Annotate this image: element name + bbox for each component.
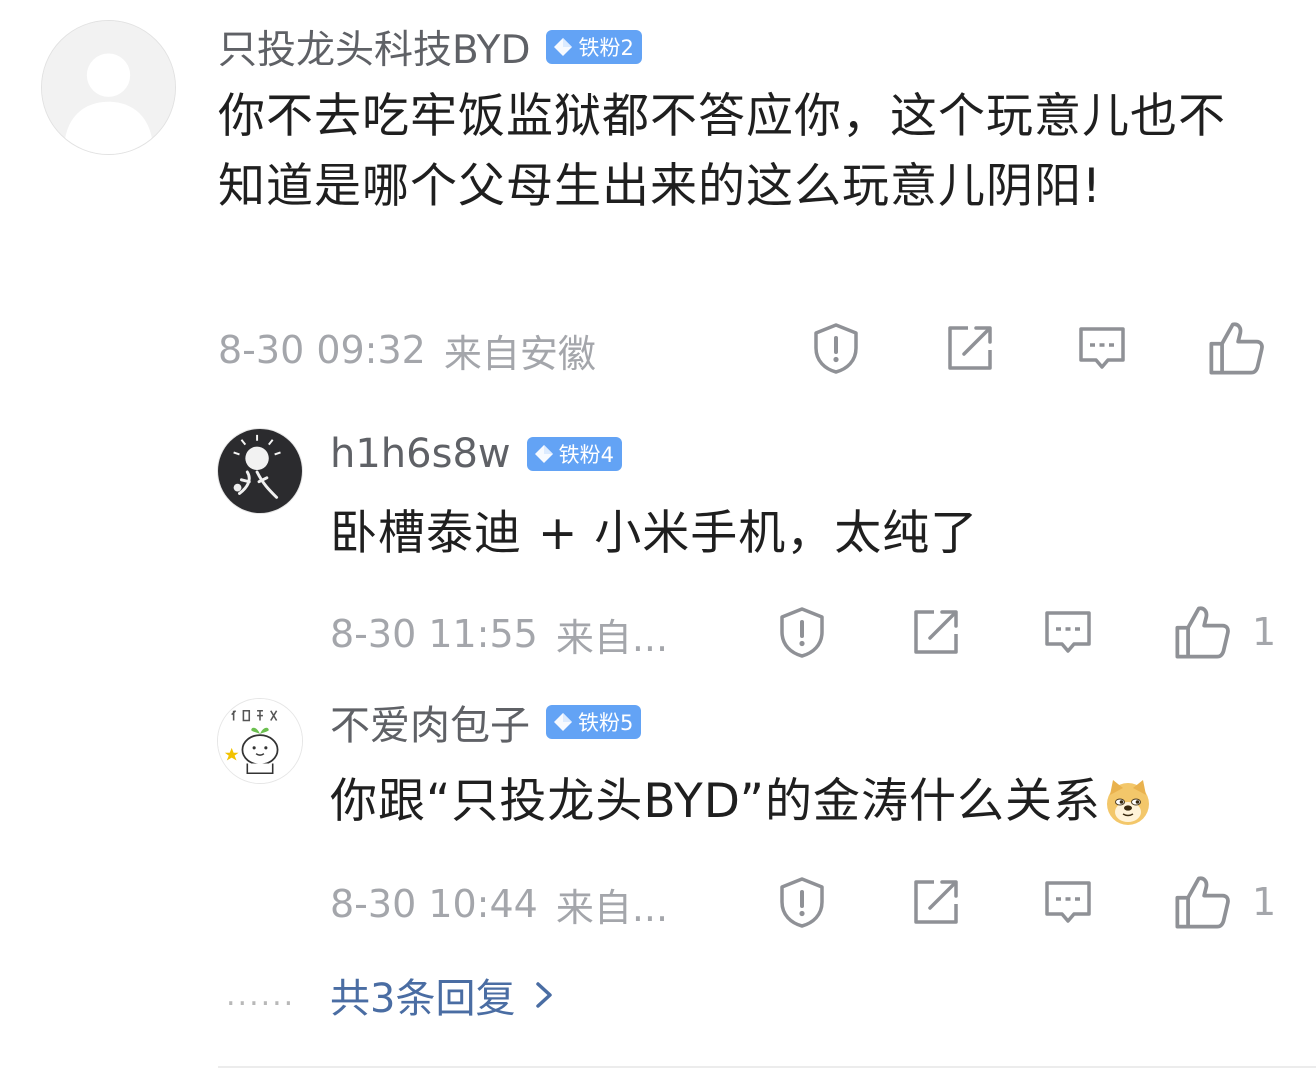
thumbs-up-icon[interactable] — [1206, 318, 1266, 378]
diamond-icon — [552, 36, 574, 58]
fan-badge: 铁粉4 — [526, 437, 622, 471]
more-replies-label: 共3条回复 — [330, 976, 516, 1022]
reply-location: 来自... — [555, 615, 669, 660]
diamond-icon — [552, 711, 574, 733]
reply-avatar-image — [218, 699, 302, 783]
report-icon[interactable] — [808, 320, 864, 376]
doge-emoji-icon — [1103, 777, 1153, 827]
reply-header: 不爱肉包子 铁粉5 — [330, 693, 642, 751]
reply-username[interactable]: h1h6s8w — [330, 431, 511, 477]
comment-time: 8-30 09:32 — [218, 328, 426, 372]
report-icon[interactable] — [774, 874, 830, 930]
reply-meta: 8-30 11:55 来自... — [330, 604, 668, 664]
fan-badge: 铁粉5 — [546, 705, 642, 739]
share-icon[interactable] — [942, 320, 998, 376]
reply-text: 卧槽泰迪 + 小米手机，太纯了 — [330, 504, 978, 564]
thumbs-up-icon[interactable] — [1172, 602, 1232, 662]
reply-location: 来自... — [555, 885, 669, 930]
reply-time: 8-30 11:55 — [330, 612, 538, 656]
thumbs-up-icon[interactable] — [1172, 872, 1232, 932]
main-comment-text: 你不去吃牢饭监狱都不答应你，这个玩意儿也不知道是哪个父母生出来的这么玩意儿阴阳! — [218, 89, 1226, 214]
reply-header: h1h6s8w 铁粉4 — [330, 428, 622, 480]
fan-badge-label: 铁粉2 — [578, 36, 634, 60]
divider — [218, 1066, 1316, 1068]
reply-avatar[interactable] — [217, 698, 303, 784]
fan-badge-label: 铁粉5 — [578, 711, 634, 735]
chevron-right-icon — [529, 978, 559, 1012]
like-count: 1 — [1252, 610, 1277, 654]
more-dots: ...... — [226, 978, 296, 1013]
reply-text-content: 你跟“只投龙头BYD”的金涛什么关系 — [330, 774, 1102, 829]
reply-meta: 8-30 10:44 来自... — [330, 874, 668, 934]
main-comment-avatar[interactable] — [41, 20, 176, 155]
comment-icon[interactable] — [1040, 604, 1096, 660]
share-icon[interactable] — [908, 874, 964, 930]
reply-time: 8-30 10:44 — [330, 882, 538, 926]
report-icon[interactable] — [774, 604, 830, 660]
fan-badge: 铁粉2 — [546, 30, 642, 64]
comment-icon[interactable] — [1074, 320, 1130, 376]
default-avatar-icon — [42, 21, 175, 154]
reply-text-content: 卧槽泰迪 + 小米手机，太纯了 — [330, 506, 979, 561]
main-comment-username[interactable]: 只投龙头科技BYD — [218, 19, 530, 75]
share-icon[interactable] — [908, 604, 964, 660]
comment-icon[interactable] — [1040, 874, 1096, 930]
diamond-icon — [533, 443, 555, 465]
reply-avatar-image — [218, 429, 302, 513]
main-comment-header: 只投龙头科技BYD 铁粉2 — [218, 19, 642, 75]
view-more-replies-link[interactable]: 共3条回复 — [330, 966, 559, 1024]
reply-username[interactable]: 不爱肉包子 — [330, 693, 530, 751]
like-count: 1 — [1252, 880, 1277, 924]
reply-text: 你跟“只投龙头BYD”的金涛什么关系 — [330, 772, 1153, 832]
comment-location: 来自安徽 — [443, 331, 596, 376]
reply-avatar[interactable] — [217, 428, 303, 514]
fan-badge-label: 铁粉4 — [558, 443, 614, 467]
main-comment-meta: 8-30 09:32 来自安徽 — [218, 320, 596, 380]
